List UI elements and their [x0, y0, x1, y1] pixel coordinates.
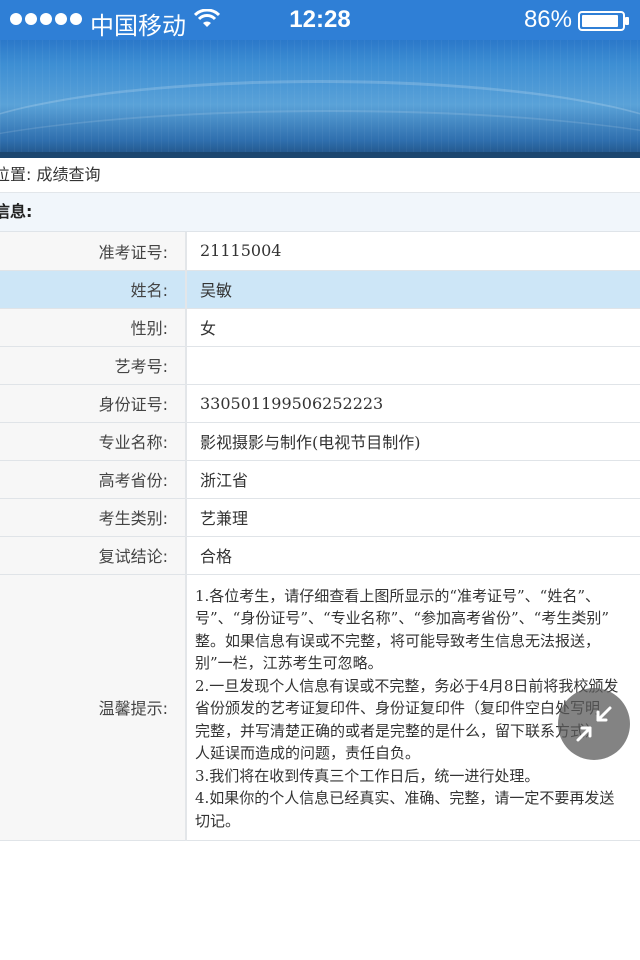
- tips-line: 1.各位考生，请仔细查看上图所显示的“准考证号”、“姓名”、: [195, 586, 600, 605]
- table-row: 性别: 女: [0, 308, 640, 347]
- field-value: [186, 346, 640, 385]
- table-row: 艺考号:: [0, 346, 640, 385]
- breadcrumb: 位置: 成绩查询: [0, 158, 640, 193]
- battery-icon: [578, 11, 629, 31]
- section-header-text: 信息:: [0, 202, 33, 221]
- header-banner: [0, 40, 640, 158]
- field-label: 姓名:: [0, 270, 187, 309]
- tips-line: 3.我们将在收到传真三个工作日后，统一进行处理。: [195, 766, 540, 785]
- info-table: 准考证号: 21115004 姓名: 吴敏 性别: 女 艺考号: 身份证号: 3…: [0, 232, 640, 841]
- field-value: 合格: [186, 536, 640, 575]
- status-bar: 中国移动 12:28 86%: [0, 0, 640, 40]
- table-row: 考生类别: 艺兼理: [0, 498, 640, 537]
- table-row: 姓名: 吴敏: [0, 270, 640, 309]
- field-value: 330501199506252223: [186, 384, 640, 423]
- collapse-float-button[interactable]: [558, 688, 630, 760]
- tips-line: 4.如果你的个人信息已经真实、准确、完整，请一定不要再发送: [195, 789, 615, 807]
- table-row: 复试结论: 合格: [0, 536, 640, 575]
- field-value: 影视摄影与制作(电视节目制作): [186, 422, 640, 461]
- table-row: 高考省份: 浙江省: [0, 460, 640, 499]
- field-value: 浙江省: [186, 460, 640, 499]
- tips-label: 温馨提示:: [0, 574, 187, 841]
- breadcrumb-text: 位置: 成绩查询: [0, 165, 101, 184]
- field-label: 复试结论:: [0, 536, 187, 575]
- field-label: 身份证号:: [0, 384, 187, 423]
- battery-percent: 86%: [523, 6, 572, 33]
- table-row: 专业名称: 影视摄影与制作(电视节目制作): [0, 422, 640, 461]
- field-label: 艺考号:: [0, 346, 187, 385]
- field-label: 性别:: [0, 308, 187, 347]
- collapse-arrows-icon: [576, 706, 612, 742]
- field-label: 考生类别:: [0, 498, 187, 537]
- table-row: 身份证号: 330501199506252223: [0, 384, 640, 423]
- tips-row: 温馨提示: 1.各位考生，请仔细查看上图所显示的“准考证号”、“姓名”、 号”、…: [0, 574, 640, 841]
- table-row: 准考证号: 21115004: [0, 232, 640, 271]
- field-value: 吴敏: [186, 270, 640, 309]
- tips-line: 别”一栏，江苏考生可忽略。: [195, 654, 383, 672]
- field-label: 准考证号:: [0, 232, 187, 271]
- field-value: 艺兼理: [186, 498, 640, 537]
- field-value: 女: [186, 308, 640, 347]
- field-value: 21115004: [186, 232, 640, 271]
- tips-line: 号”、“身份证号”、“专业名称”、“参加高考省份”、“考生类别”: [195, 609, 610, 627]
- tips-line: 整。如果信息有误或不完整，将可能导致考生信息无法报送，: [195, 631, 601, 650]
- section-header: 信息:: [0, 193, 640, 232]
- field-label: 专业名称:: [0, 422, 187, 461]
- field-label: 高考省份:: [0, 460, 187, 499]
- tips-line: 切记。: [195, 811, 241, 830]
